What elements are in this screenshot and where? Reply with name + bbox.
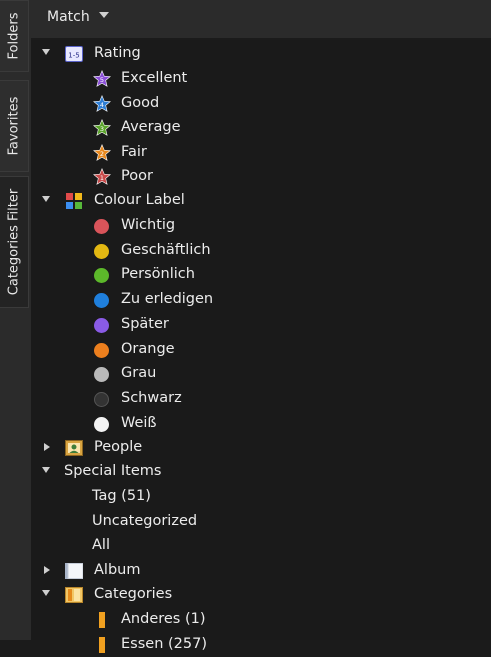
svg-text:1-5: 1-5 [68, 52, 79, 60]
tree-node-label: Wichtig [121, 217, 176, 233]
colour-dot-icon [94, 342, 109, 358]
tree-node-label: Grau [121, 365, 157, 382]
colour-palette-icon [66, 193, 82, 209]
side-tab-strip: Folders Favorites Categories Filter [0, 0, 31, 640]
star-icon: 2 [93, 143, 111, 161]
rating-item[interactable]: 4 Good [31, 92, 491, 116]
colour-dot-icon [94, 367, 109, 383]
tab-favorites-label: Favorites [6, 96, 22, 156]
rating-item[interactable]: 2 Fair [31, 141, 491, 165]
colour-dot-icon [94, 391, 109, 407]
colour-label-item[interactable]: Später [31, 313, 491, 337]
colour-label-item[interactable]: Grau [31, 362, 491, 386]
special-item[interactable]: Uncategorized [31, 510, 491, 534]
colour-label-item[interactable]: Wichtig [31, 214, 491, 238]
colour-label-item[interactable]: Schwarz [31, 387, 491, 411]
collapse-arrow-icon[interactable] [44, 443, 50, 451]
tree-node-label: Good [121, 94, 160, 111]
category-item[interactable]: Essen (257) [31, 633, 491, 657]
tree-node-label: Später [121, 315, 169, 332]
colour-dot-icon [94, 243, 109, 259]
colour-label-item[interactable]: Geschäftlich [31, 239, 491, 263]
expand-arrow-icon[interactable] [42, 49, 50, 55]
expand-arrow-icon[interactable] [42, 590, 50, 596]
svg-text:2: 2 [100, 150, 104, 158]
tree-node-album[interactable]: Album [31, 559, 491, 583]
tree-node-label: Tag (51) [92, 488, 151, 504]
filter-header: Match [31, 0, 491, 38]
colour-dot-icon [94, 416, 109, 432]
collapse-arrow-icon[interactable] [44, 566, 50, 574]
tree-node-label: Uncategorized [92, 512, 198, 529]
rating-scale-icon: 1-5 [65, 46, 83, 62]
svg-text:4: 4 [100, 101, 104, 109]
special-item[interactable]: All [31, 534, 491, 558]
tab-categories-filter-label: Categories Filter [6, 188, 22, 296]
svg-text:1: 1 [100, 174, 104, 182]
tree-node-label: Categories [94, 586, 173, 602]
expand-arrow-icon[interactable] [42, 196, 50, 202]
colour-label-item[interactable]: Weiß [31, 412, 491, 436]
tree-node-label: Essen (257) [121, 635, 207, 652]
tree-node-people[interactable]: People [31, 436, 491, 460]
expand-arrow-icon[interactable] [42, 467, 50, 473]
tree-node-label: Fair [121, 143, 147, 160]
chevron-down-icon[interactable] [99, 12, 109, 18]
tree-node-label: Special Items [64, 463, 162, 479]
category-item[interactable]: Anderes (1) [31, 608, 491, 632]
tree-node-categories[interactable]: Categories [31, 583, 491, 607]
tree-node-label: Orange [121, 340, 175, 357]
tree-node-label: All [92, 537, 110, 554]
tree-node-label: Weiß [121, 414, 157, 431]
star-icon: 4 [93, 94, 111, 112]
star-icon: 1 [93, 168, 111, 186]
match-label[interactable]: Match [47, 9, 90, 25]
rating-item[interactable]: 5 Excellent [31, 67, 491, 91]
colour-dot-icon [94, 293, 109, 309]
star-icon: 3 [93, 119, 111, 137]
special-item[interactable]: Tag (51) [31, 485, 491, 509]
rating-item[interactable]: 1 Poor [31, 165, 491, 189]
categories-book-icon [65, 587, 83, 603]
tree-node-label: People [94, 439, 143, 455]
colour-dot-icon [94, 219, 109, 234]
tree-node-label: Rating [94, 45, 141, 61]
tree-node-rating[interactable]: 1-5 Rating [31, 42, 491, 66]
tree-node-label: Persönlich [121, 266, 195, 283]
tree-node-label: Colour Label [94, 192, 185, 208]
person-icon [65, 440, 83, 456]
bookmark-icon [99, 636, 105, 653]
tab-favorites[interactable]: Favorites [0, 80, 29, 172]
rating-item[interactable]: 3 Average [31, 116, 491, 140]
tree-node-special-items[interactable]: Special Items [31, 460, 491, 484]
album-icon [65, 563, 83, 579]
tree-node-label: Album [94, 562, 141, 578]
bookmark-icon [99, 612, 105, 628]
tab-folders[interactable]: Folders [0, 0, 29, 72]
svg-text:3: 3 [100, 125, 104, 133]
tree-node-colour-label[interactable]: Colour Label [31, 189, 491, 213]
tree-node-label: Excellent [121, 70, 188, 86]
tree-node-label: Poor [121, 168, 153, 185]
category-tree: 1-5 Rating 5 Excellent 4 Good 3 Average 2 Fair 1… [31, 40, 491, 653]
colour-dot-icon [94, 317, 109, 333]
svg-text:5: 5 [100, 76, 104, 84]
tree-node-label: Anderes (1) [121, 611, 206, 627]
star-icon: 5 [93, 70, 111, 87]
tree-node-label: Geschäftlich [121, 241, 211, 258]
tree-node-label: Schwarz [121, 389, 182, 406]
tree-node-label: Zu erledigen [121, 291, 214, 308]
tab-folders-label: Folders [6, 12, 22, 60]
colour-label-item[interactable]: Orange [31, 338, 491, 362]
tree-node-label: Average [121, 119, 181, 136]
colour-dot-icon [94, 268, 109, 284]
colour-label-item[interactable]: Zu erledigen [31, 288, 491, 312]
tab-categories-filter[interactable]: Categories Filter [0, 176, 29, 308]
colour-label-item[interactable]: Persönlich [31, 263, 491, 287]
